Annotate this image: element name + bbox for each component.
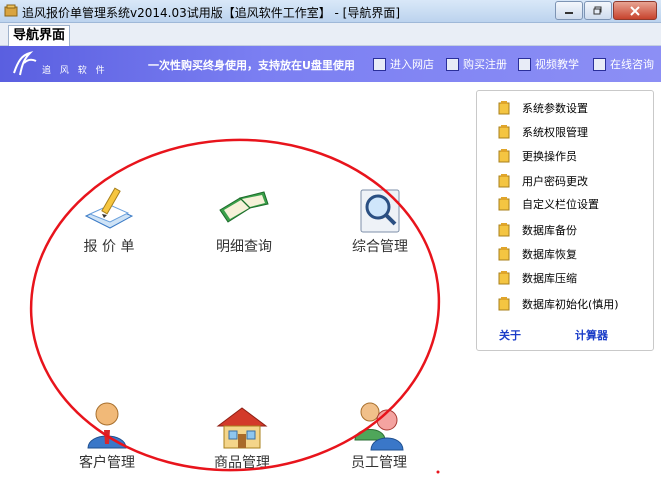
menu-change-password[interactable]: 用户密码更改 <box>497 173 588 189</box>
nav-customer-manage-label: 客户管理 <box>79 455 135 471</box>
note-icon <box>498 149 510 163</box>
logo-text: 追 风 软 件 <box>42 66 108 76</box>
link-video[interactable]: 视频教学 <box>518 56 579 72</box>
link-register[interactable]: 购买注册 <box>446 56 507 72</box>
menu-switch-operator-label: 更换操作员 <box>522 150 577 163</box>
note-icon <box>498 174 510 188</box>
title-bar: 追风报价单管理系统v2014.03试用版【追风软件工作室】 - [导航界面] <box>0 0 661 23</box>
link-shop[interactable]: 进入网店 <box>373 56 434 72</box>
nav-quote-label: 报 价 单 <box>83 239 135 255</box>
maximize-button[interactable] <box>584 1 612 20</box>
nav-general-manage-label: 综合管理 <box>352 239 408 255</box>
link-consult-label: 在线咨询 <box>610 58 654 71</box>
nav-quote[interactable]: 报 价 单 <box>78 186 140 256</box>
link-consult[interactable]: 在线咨询 <box>593 56 654 72</box>
menu-system-params[interactable]: 系统参数设置 <box>497 100 588 116</box>
nav-customer-manage[interactable]: 客户管理 <box>76 400 138 472</box>
menu-permissions-label: 系统权限管理 <box>522 126 588 139</box>
menu-permissions[interactable]: 系统权限管理 <box>497 124 588 140</box>
checkbox-icon <box>446 57 459 71</box>
menu-db-init[interactable]: 数据库初始化(慎用) <box>497 296 619 312</box>
house-icon <box>216 407 268 449</box>
person-icon <box>87 402 127 449</box>
restore-icon <box>593 6 602 14</box>
menu-db-restore-label: 数据库恢复 <box>522 248 577 261</box>
open-book-icon <box>219 191 269 223</box>
tab-navigation[interactable]: 导航界面 <box>8 25 71 46</box>
link-register-label: 购买注册 <box>463 58 507 71</box>
note-icon <box>498 101 510 115</box>
close-icon <box>630 5 640 16</box>
calculator-link[interactable]: 计算器 <box>575 327 608 343</box>
nav-staff-manage[interactable]: 员工管理 <box>347 400 411 472</box>
menu-db-backup[interactable]: 数据库备份 <box>497 222 577 238</box>
close-button[interactable] <box>613 1 657 20</box>
menu-switch-operator[interactable]: 更换操作员 <box>497 148 577 164</box>
checkbox-icon <box>373 57 386 71</box>
note-icon <box>498 197 510 211</box>
link-shop-label: 进入网店 <box>390 58 434 71</box>
nav-general-manage[interactable]: 综合管理 <box>348 186 412 256</box>
note-icon <box>498 271 510 285</box>
users-icon <box>354 402 404 451</box>
note-icon <box>498 247 510 261</box>
menu-change-password-label: 用户密码更改 <box>522 175 588 188</box>
logo-icon <box>13 51 37 76</box>
nav-detail-query-label: 明细查询 <box>216 239 272 255</box>
note-icon <box>498 223 510 237</box>
nav-product-manage[interactable]: 商品管理 <box>210 404 274 472</box>
banner: 追 风 软 件 一次性购买终身使用，支持放在U盘里使用 进入网店 购买注册 视频… <box>0 46 661 82</box>
quote-form-icon <box>84 187 134 229</box>
menu-custom-fields[interactable]: 自定义栏位设置 <box>497 196 599 212</box>
menu-custom-fields-label: 自定义栏位设置 <box>522 198 599 211</box>
window-controls <box>555 1 657 20</box>
minimize-button[interactable] <box>555 1 583 20</box>
menu-system-params-label: 系统参数设置 <box>522 102 588 115</box>
system-menu-panel: 系统参数设置 系统权限管理 更换操作员 用户密码更改 自定义栏位设置 数据库备份… <box>476 90 654 351</box>
note-icon <box>498 125 510 139</box>
checkbox-icon <box>518 57 531 71</box>
nav-staff-manage-label: 员工管理 <box>351 455 407 471</box>
checkbox-icon <box>593 57 606 71</box>
menu-db-init-label: 数据库初始化(慎用) <box>522 298 619 311</box>
nav-product-manage-label: 商品管理 <box>214 455 270 471</box>
tab-strip: 导航界面 <box>0 23 661 46</box>
menu-db-backup-label: 数据库备份 <box>522 224 577 237</box>
slogan: 一次性购买终身使用，支持放在U盘里使用 <box>148 59 355 72</box>
magnifier-icon <box>360 189 400 233</box>
minimize-icon <box>565 11 573 14</box>
menu-db-restore[interactable]: 数据库恢复 <box>497 246 577 262</box>
note-icon <box>498 297 510 311</box>
link-video-label: 视频教学 <box>535 58 579 71</box>
nav-detail-query[interactable]: 明细查询 <box>212 186 276 256</box>
about-link[interactable]: 关于 <box>499 327 521 343</box>
window-title: 追风报价单管理系统v2014.03试用版【追风软件工作室】 - [导航界面] <box>22 6 401 20</box>
menu-db-compress[interactable]: 数据库压缩 <box>497 270 577 286</box>
menu-db-compress-label: 数据库压缩 <box>522 272 577 285</box>
app-icon <box>4 4 18 17</box>
